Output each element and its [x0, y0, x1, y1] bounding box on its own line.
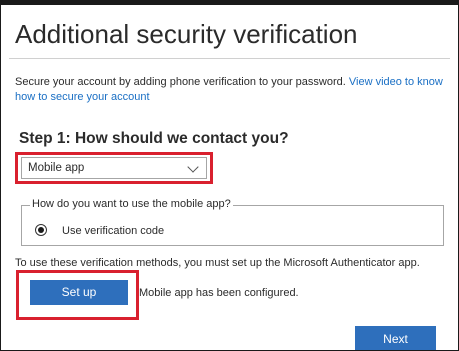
page-title: Additional security verification	[15, 19, 358, 49]
security-verification-panel: Additional security verification Secure …	[0, 0, 459, 351]
use-verification-code-radio[interactable]	[35, 224, 47, 236]
intro-paragraph: Secure your account by adding phone veri…	[15, 75, 451, 105]
mobile-app-usage-group: How do you want to use the mobile app? U…	[21, 198, 444, 246]
authenticator-info-text: To use these verification methods, you m…	[15, 257, 420, 269]
next-button[interactable]: Next	[355, 326, 436, 350]
setup-highlight-box	[16, 270, 139, 320]
step-1-heading: Step 1: How should we contact you?	[19, 130, 289, 147]
dropdown-highlight-box	[15, 152, 213, 184]
use-verification-code-label[interactable]: Use verification code	[62, 225, 164, 237]
mobile-app-usage-legend: How do you want to use the mobile app?	[30, 198, 233, 210]
setup-status-text: Mobile app has been configured.	[139, 287, 299, 299]
intro-text: Secure your account by adding phone veri…	[15, 76, 349, 88]
title-divider	[9, 58, 450, 59]
